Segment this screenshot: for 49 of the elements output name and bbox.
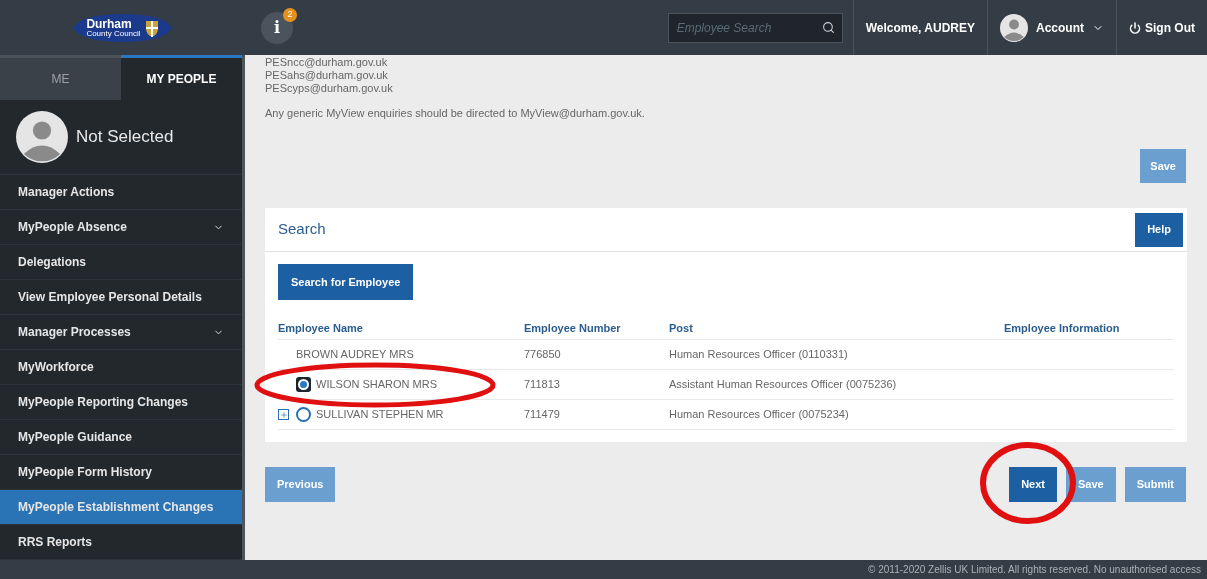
- sign-out-button[interactable]: Sign Out: [1116, 0, 1207, 55]
- employee-number: 711813: [524, 377, 561, 393]
- person-name: Not Selected: [76, 126, 174, 149]
- sidebar-item[interactable]: Delegations: [0, 245, 242, 280]
- employee-name: WILSON SHARON MRS: [316, 377, 437, 393]
- sidebar-item[interactable]: MyWorkforce: [0, 350, 242, 385]
- search-for-employee-button[interactable]: Search for Employee: [278, 264, 414, 300]
- radio-button[interactable]: [296, 407, 311, 422]
- search-icon: [821, 20, 835, 34]
- panel-title: Search: [278, 219, 326, 240]
- logo-text: Durham: [86, 17, 133, 30]
- email-address: PESahs@durham.gov.uk: [265, 69, 389, 82]
- avatar-icon: [1000, 13, 1028, 42]
- column-header: Employee Number: [524, 321, 622, 337]
- column-header: Employee Information: [1004, 321, 1121, 337]
- person-avatar-icon: [16, 110, 68, 163]
- employee-search-field[interactable]: Employee Search: [667, 12, 843, 43]
- column-header: Post: [669, 321, 694, 337]
- help-button[interactable]: Help: [1135, 212, 1183, 247]
- employee-number: 776850: [524, 347, 562, 363]
- sidebar-item[interactable]: MyPeople Reporting Changes: [0, 385, 242, 420]
- council-logo[interactable]: Durham County Council: [74, 13, 171, 42]
- column-header: Employee Name: [278, 321, 364, 337]
- email-address: PEScyps@durham.gov.uk: [265, 82, 394, 95]
- sidebar-item[interactable]: MyPeople Establishment Changes: [0, 490, 242, 525]
- radio-button[interactable]: [296, 377, 311, 392]
- enquiry-note: Any generic MyView enquiries should be directed to MyView@durham.gov.uk.: [265, 107, 646, 120]
- post-cell-text: Assistant Human Resources Officer (0075236): [669, 377, 898, 393]
- copyright-text: © 2011-2020 Zellis UK Limited. All rights reserved. No unauthorised access: [868, 563, 1201, 577]
- power-icon: [1129, 21, 1141, 34]
- sidebar-tab[interactable]: ME: [0, 55, 121, 100]
- sidebar-item[interactable]: Manager Actions: [0, 175, 242, 210]
- post-cell-text: Human Resources Officer (0110331): [669, 347, 849, 363]
- sidebar-item[interactable]: MyPeople Guidance: [0, 420, 242, 455]
- employee-name: SULLIVAN STEPHEN MR: [316, 407, 444, 423]
- notification-badge: 2: [283, 7, 297, 22]
- employee-number: 711479: [524, 407, 561, 423]
- account-menu[interactable]: Account: [987, 0, 1116, 55]
- employee-name: BROWN AUDREY MRS: [296, 347, 414, 363]
- welcome-text: Welcome, AUDREY: [865, 19, 975, 37]
- expand-icon[interactable]: [278, 409, 289, 420]
- next-button[interactable]: Next: [1009, 467, 1057, 502]
- logo-subtitle: County Council: [86, 29, 141, 38]
- sidebar-item[interactable]: View Employee Personal Details: [0, 280, 242, 315]
- post-cell-text: Human Resources Officer (0075234): [669, 407, 850, 423]
- sidebar-item[interactable]: MyPeople Absence: [0, 210, 242, 245]
- crest-icon: [144, 18, 159, 37]
- email-address: PESncc@durham.gov.uk: [265, 56, 389, 69]
- sidebar-item[interactable]: Manager Processes: [0, 315, 242, 350]
